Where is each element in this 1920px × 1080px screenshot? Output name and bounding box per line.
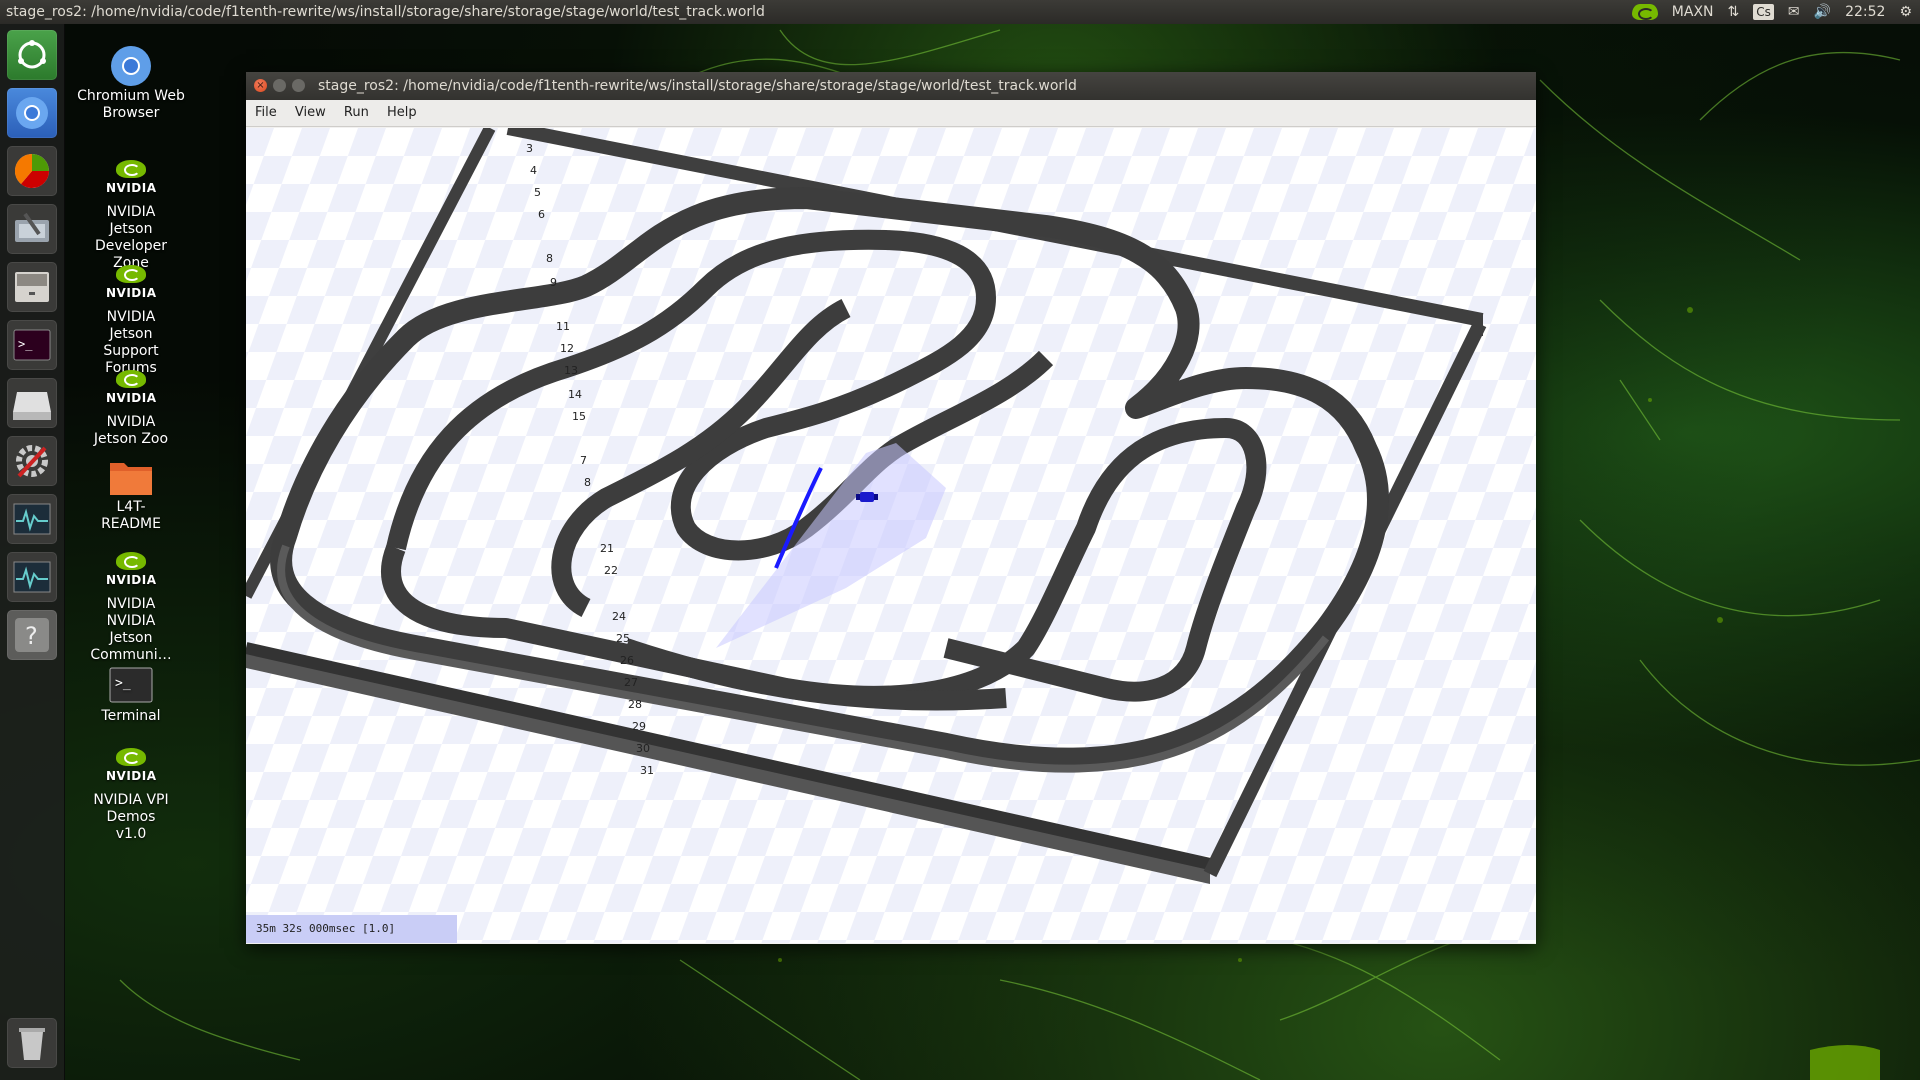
grid-label: 24 <box>612 610 626 623</box>
system-monitor-icon[interactable] <box>7 552 57 602</box>
grid-label: 15 <box>572 410 586 423</box>
grid-label: 11 <box>556 320 570 333</box>
svg-text:?: ? <box>25 622 38 650</box>
nvidia-icon: NVIDIA <box>106 370 156 410</box>
desktop-icon-label: NVIDIA NVIDIA Jetson Communi… <box>90 596 172 663</box>
menu-view[interactable]: View <box>288 100 333 126</box>
window-titlebar[interactable]: × stage_ros2: /home/nvidia/code/f1tenth-… <box>246 72 1536 100</box>
system-monitor-icon[interactable] <box>7 494 57 544</box>
trash-icon[interactable] <box>7 1018 57 1068</box>
menubar: File View Run Help <box>246 100 1536 127</box>
grid-label: 8 <box>546 252 553 265</box>
nvidia-icon: NVIDIA <box>106 160 156 200</box>
desktop-icon-jetson-community[interactable]: NVIDIA NVIDIA NVIDIA Jetson Communi… <box>76 552 186 664</box>
chromium-icon <box>106 44 156 86</box>
help-icon[interactable]: ? <box>7 610 57 660</box>
stage-window: × stage_ros2: /home/nvidia/code/f1tenth-… <box>246 72 1536 944</box>
indicator-area: MAXN ⇅ Cs ✉ 🔊 22:52 ⚙ <box>1631 0 1912 24</box>
network-icon[interactable]: ⇅ <box>1728 0 1740 24</box>
desktop-icon-label: NVIDIA Jetson Support Forums <box>103 309 159 376</box>
close-button[interactable]: × <box>254 79 267 92</box>
nvidia-icon: NVIDIA <box>106 748 156 788</box>
active-window-title: stage_ros2: /home/nvidia/code/f1tenth-re… <box>6 4 765 20</box>
grid-label: 5 <box>534 186 541 199</box>
grid-label: 27 <box>624 676 638 689</box>
grid-label: 7 <box>580 454 587 467</box>
desktop-icon-label: NVIDIA Jetson Zoo <box>93 414 169 447</box>
simulation-time-status: 35m 32s 000msec [1.0] <box>246 915 457 943</box>
desktop-icon-label: Terminal <box>101 708 161 724</box>
grid-label: 26 <box>620 654 634 667</box>
grid-label: 29 <box>632 720 646 733</box>
mail-icon[interactable]: ✉ <box>1788 0 1800 24</box>
power-mode-indicator[interactable]: MAXN <box>1672 0 1714 24</box>
desktop-icon-jetson-developer-zone[interactable]: NVIDIA NVIDIA Jetson Developer Zone <box>76 160 186 272</box>
menu-run[interactable]: Run <box>337 100 376 126</box>
terminal-icon: >_ <box>106 664 156 704</box>
menu-help[interactable]: Help <box>380 100 424 126</box>
minimize-button[interactable] <box>273 79 286 92</box>
volume-icon[interactable]: 🔊 <box>1814 0 1831 24</box>
maximize-button[interactable] <box>292 79 305 92</box>
keyboard-icon[interactable]: Cs <box>1753 4 1774 20</box>
svg-text:>_: >_ <box>18 337 33 351</box>
grid-label: 3 <box>526 142 533 155</box>
terminal-icon[interactable]: >_ <box>7 320 57 370</box>
drive-icon[interactable] <box>7 378 57 428</box>
launcher: >_ ? <box>0 24 65 1080</box>
desktop-icon-label: NVIDIA Jetson Developer Zone <box>94 204 167 271</box>
desktop-icon-l4t-readme[interactable]: L4T-README <box>76 455 186 533</box>
desktop-icon-label: NVIDIA VPI Demos v1.0 <box>93 792 169 842</box>
close-icon: × <box>256 80 265 91</box>
desktop-icon-chromium[interactable]: Chromium Web Browser <box>76 44 186 122</box>
grid-label: 31 <box>640 764 654 777</box>
svg-text:>_: >_ <box>115 676 131 691</box>
desktop-icon-vpi-demos[interactable]: NVIDIA NVIDIA VPI Demos v1.0 <box>76 748 186 843</box>
grid-label: 9 <box>550 276 557 289</box>
clock[interactable]: 22:52 <box>1845 0 1885 24</box>
nvidia-icon: NVIDIA <box>106 552 156 592</box>
file-manager-icon[interactable] <box>7 262 57 312</box>
folder-icon <box>106 455 156 495</box>
grid-label: 25 <box>616 632 630 645</box>
ubuntu-dash-icon[interactable] <box>7 30 57 80</box>
desktop-icon-jetson-zoo[interactable]: NVIDIA NVIDIA Jetson Zoo <box>76 370 186 448</box>
disk-usage-icon[interactable] <box>7 146 57 196</box>
grid-label: 4 <box>530 164 537 177</box>
top-panel: stage_ros2: /home/nvidia/code/f1tenth-re… <box>0 0 1920 24</box>
grid-label: 8 <box>584 476 591 489</box>
nvidia-icon[interactable] <box>1631 4 1658 20</box>
grid-label: 14 <box>568 388 582 401</box>
window-title: stage_ros2: /home/nvidia/code/f1tenth-re… <box>318 78 1077 94</box>
chromium-icon[interactable] <box>7 88 57 138</box>
grid-label: 30 <box>636 742 650 755</box>
settings-gear-icon[interactable]: ⚙ <box>1899 0 1912 24</box>
grid-label: 12 <box>560 342 574 355</box>
grid-label: 28 <box>628 698 642 711</box>
system-tools-icon[interactable] <box>7 204 57 254</box>
menu-file[interactable]: File <box>248 100 284 126</box>
grid-label: 22 <box>604 564 618 577</box>
nvidia-icon: NVIDIA <box>106 265 156 305</box>
settings-icon[interactable] <box>7 436 57 486</box>
desktop-icon-label: L4T-README <box>101 499 161 532</box>
grid-label: 13 <box>564 364 578 377</box>
simulation-canvas[interactable]: 3 4 5 6 8 9 11 12 13 14 15 7 8 21 22 24 … <box>246 128 1536 943</box>
desktop-icon-terminal[interactable]: >_ Terminal <box>76 664 186 725</box>
desktop-icon-jetson-support-forums[interactable]: NVIDIA NVIDIA Jetson Support Forums <box>76 265 186 377</box>
world-view[interactable]: 3 4 5 6 8 9 11 12 13 14 15 7 8 21 22 24 … <box>246 128 1536 943</box>
grid-label: 21 <box>600 542 614 555</box>
grid-label: 6 <box>538 208 545 221</box>
